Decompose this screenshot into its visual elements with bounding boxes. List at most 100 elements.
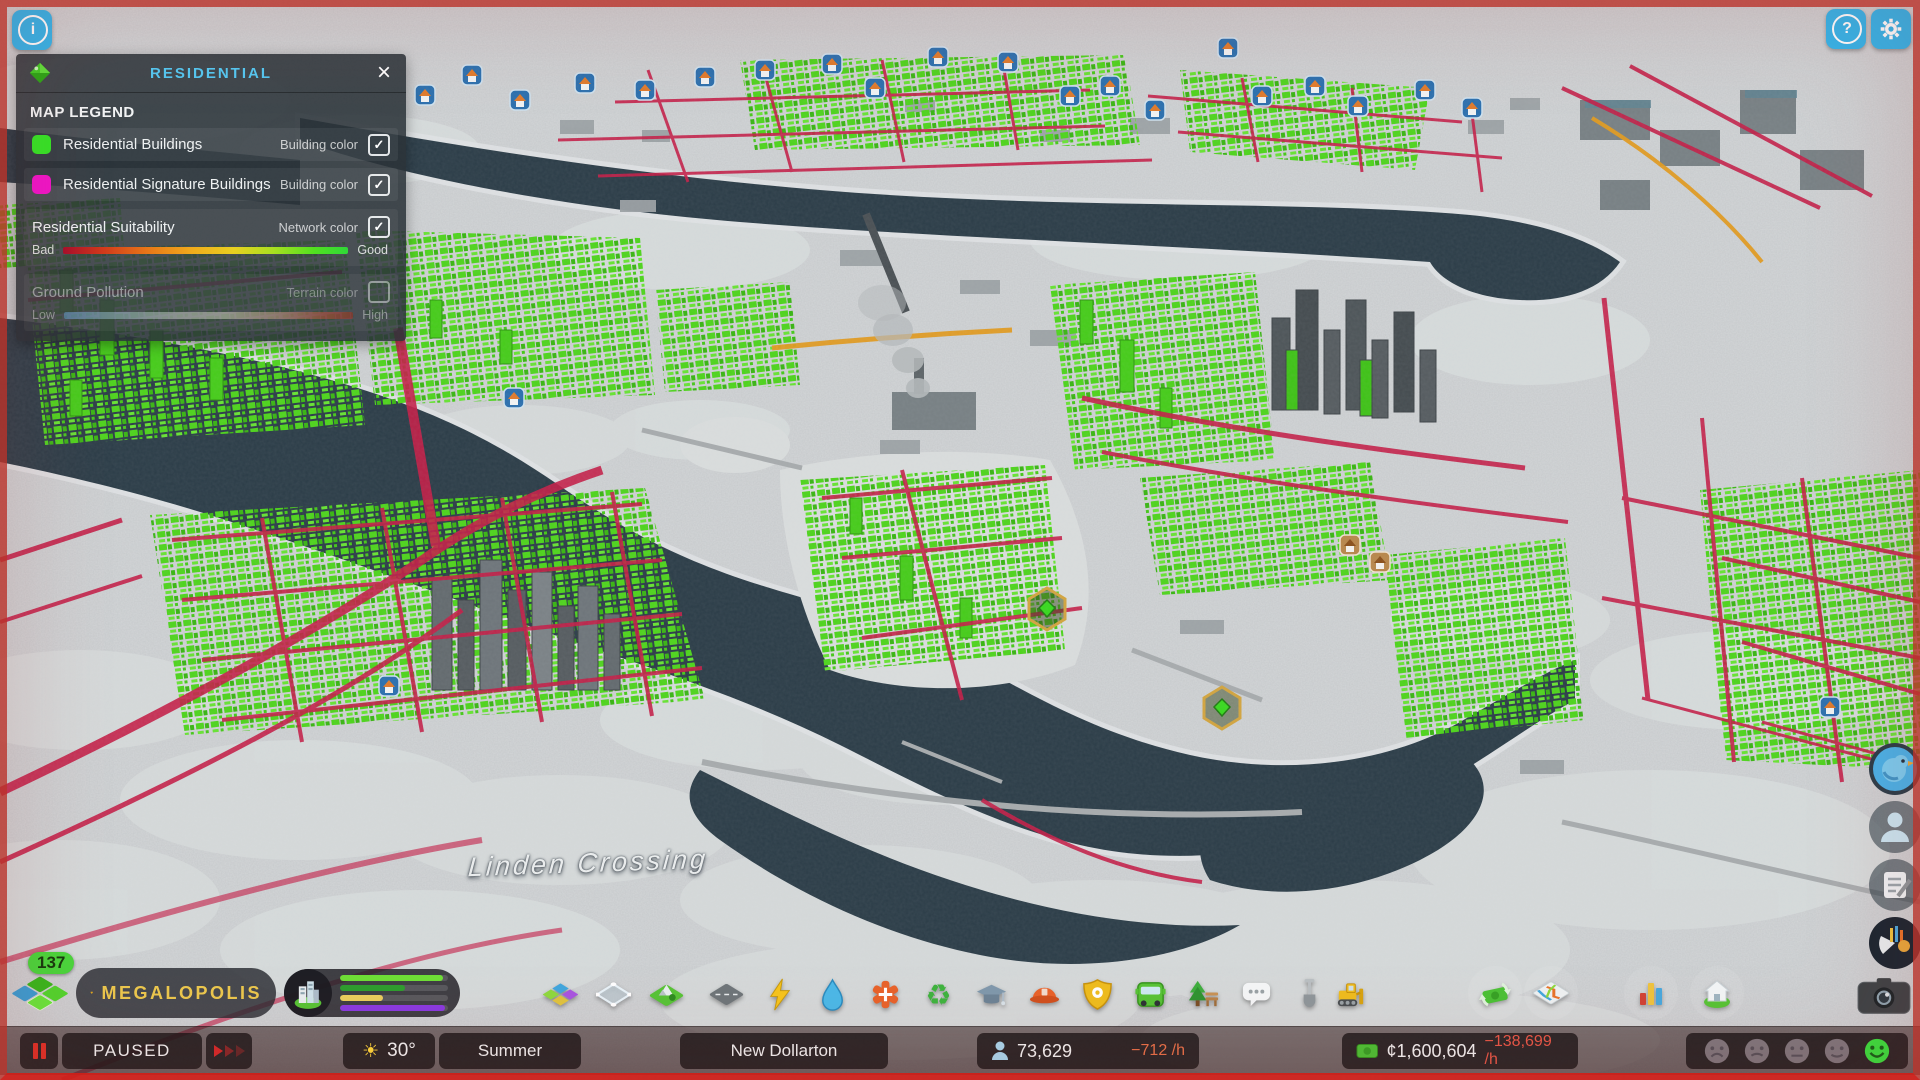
suitability-checkbox[interactable]: [368, 216, 390, 238]
sad-face-icon: [1744, 1038, 1770, 1064]
parks-recreation-icon[interactable]: [1183, 974, 1223, 1014]
money-icon: [1356, 1043, 1378, 1059]
pause-icon: [32, 1043, 38, 1059]
residential-color-swatch: [32, 135, 51, 154]
city-name-value: New Dollarton: [730, 1041, 838, 1060]
economy-button[interactable]: [1468, 966, 1522, 1020]
journal-button[interactable]: [1868, 858, 1920, 912]
bar-chart-icon: [1640, 983, 1662, 1005]
population-rate: −712 /h: [1131, 1042, 1185, 1059]
pollution-checkbox[interactable]: [368, 281, 390, 303]
city-name-display[interactable]: New Dollarton: [680, 1033, 888, 1069]
signature-checkbox[interactable]: [368, 173, 390, 196]
panel-title: RESIDENTIAL: [149, 64, 272, 82]
fire-rescue-icon[interactable]: [1024, 974, 1064, 1014]
milestone-level-badge: 137: [28, 952, 75, 974]
demand-bars: [332, 975, 460, 1011]
garbage-icon[interactable]: ♻: [918, 974, 958, 1014]
water-icon[interactable]: [812, 974, 852, 1014]
commercial-demand-bar: [340, 985, 405, 991]
radio-button[interactable]: [1868, 916, 1920, 970]
close-button[interactable]: ×: [368, 57, 400, 89]
very-sad-face-icon: [1704, 1038, 1730, 1064]
map-info-button[interactable]: [1524, 966, 1578, 1020]
row-label: Residential Suitability: [32, 218, 175, 236]
help-button[interactable]: ?: [1826, 9, 1866, 49]
photo-mode-button[interactable]: [1856, 976, 1912, 1018]
population-display[interactable]: 73,629 −712 /h: [977, 1033, 1199, 1069]
city-buildings-icon: [284, 969, 332, 1017]
svg-text:♻: ♻: [925, 978, 951, 1012]
education-icon[interactable]: [971, 974, 1011, 1014]
city-overview-button[interactable]: [1690, 966, 1744, 1020]
settings-button[interactable]: [1871, 9, 1911, 49]
residential-demand-bar: [340, 975, 443, 981]
transportation-icon[interactable]: [1130, 974, 1170, 1014]
camera-icon: [1857, 978, 1911, 1014]
radio-icon: [1869, 917, 1920, 969]
money-rate: −138,699 /h: [1484, 1033, 1552, 1068]
citizens-button[interactable]: [1868, 800, 1920, 854]
milestone-name-pill[interactable]: MEGALOPOLIS: [76, 968, 276, 1018]
legend-row-residential: Residential Buildings Building color: [24, 128, 398, 161]
close-icon: ×: [376, 59, 391, 86]
sun-icon: ☀: [362, 1040, 380, 1062]
pollution-gradient: [63, 311, 354, 319]
office-demand-bar: [340, 1005, 445, 1011]
money-value: ¢1,600,604: [1386, 1040, 1477, 1061]
home-icon: [1703, 980, 1731, 1008]
speed-arrow-icon: [213, 1045, 223, 1057]
row-label: Residential Buildings: [63, 136, 203, 153]
areas-icon[interactable]: [593, 974, 633, 1014]
roads-icon[interactable]: [706, 974, 746, 1014]
industrial-demand-bar: [340, 995, 384, 1001]
milestone-button[interactable]: 137: [8, 952, 75, 1020]
scale-max-label: Good: [357, 243, 388, 257]
content-face-icon: [1824, 1038, 1850, 1064]
help-icon: ?: [1832, 14, 1862, 44]
section-label: MAP LEGEND: [30, 104, 135, 121]
pause-button[interactable]: [20, 1033, 58, 1069]
population-value: 73,629: [1017, 1040, 1073, 1061]
electricity-icon[interactable]: [759, 974, 799, 1014]
landscaping-icon[interactable]: [646, 974, 686, 1014]
statistics-button[interactable]: [1624, 966, 1678, 1020]
economy-icon: [1479, 982, 1511, 1007]
notes-icon: [1869, 859, 1920, 911]
residential-gem-icon: [28, 61, 52, 85]
row-label: Ground Pollution: [32, 283, 144, 301]
season-value: Summer: [477, 1041, 543, 1060]
bulldozer-icon[interactable]: [1330, 974, 1370, 1014]
status-bar: PAUSED ☀ 30° Summer New Dollarton 73,629…: [0, 1026, 1920, 1075]
legend-row-suitability: Residential Suitability Network color Ba…: [24, 209, 398, 266]
toolbar-zoning-group: [540, 972, 686, 1016]
trophy-icon: [90, 991, 94, 995]
row-label: Residential Signature Buildings: [63, 176, 271, 193]
season-display[interactable]: Summer: [439, 1033, 581, 1069]
residential-checkbox[interactable]: [368, 133, 390, 156]
info-views-button[interactable]: i: [12, 10, 52, 50]
scale-max-label: High: [362, 308, 388, 322]
temperature-value: 30°: [387, 1040, 416, 1061]
demand-panel[interactable]: [284, 969, 460, 1017]
population-icon: [992, 1041, 1008, 1060]
speed-controls[interactable]: [206, 1033, 252, 1069]
zones-icon[interactable]: [540, 974, 580, 1014]
healthcare-icon[interactable]: [865, 974, 905, 1014]
communications-icon[interactable]: [1236, 974, 1276, 1014]
chirper-button[interactable]: [1868, 742, 1920, 796]
neutral-face-icon: [1784, 1038, 1810, 1064]
temperature-display[interactable]: ☀ 30°: [343, 1033, 435, 1069]
happiness-display[interactable]: [1686, 1033, 1908, 1069]
game-screen: Linden Crossing i ? RESIDENTIAL × MAP LE…: [0, 0, 1920, 1080]
suitability-gradient: [63, 246, 349, 254]
terraforming-icon[interactable]: [1289, 974, 1329, 1014]
row-mode-label: Terrain color: [286, 284, 358, 300]
row-mode-label: Building color: [279, 177, 358, 192]
gear-icon: [1880, 18, 1902, 40]
police-icon[interactable]: [1077, 974, 1117, 1014]
info-icon: i: [18, 15, 48, 45]
signature-color-swatch: [32, 175, 51, 194]
map-icon: [1533, 981, 1569, 1005]
money-display[interactable]: ¢1,600,604 −138,699 /h: [1342, 1033, 1578, 1069]
